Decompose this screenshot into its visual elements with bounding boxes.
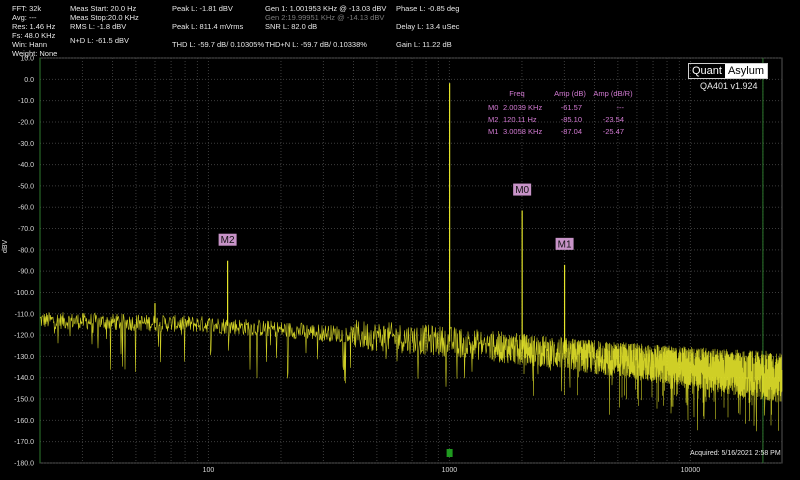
y-tick-label: -130.0	[14, 354, 34, 361]
y-tick-label: 0.0	[24, 77, 34, 84]
marker-table-freq: 3.0058 KHz	[503, 127, 542, 136]
y-tick-label: -30.0	[18, 141, 34, 148]
marker-label: M0	[515, 185, 529, 196]
marker-m1[interactable]: M1	[555, 237, 574, 251]
y-axis-label: dBV	[2, 239, 9, 253]
marker-label: M2	[221, 235, 235, 246]
generator-indicator	[446, 449, 453, 457]
y-tick-label: -150.0	[14, 397, 34, 404]
marker-table-name: M1	[488, 127, 498, 136]
marker-table-header: Freq	[509, 89, 524, 98]
marker-table-name: M0	[488, 103, 498, 112]
y-tick-label: -180.0	[14, 461, 34, 468]
marker-table-header: Amp (dB/R)	[593, 89, 633, 98]
marker-table-freq: 120.11 Hz	[503, 115, 537, 124]
x-tick-label: 1000	[442, 467, 458, 474]
marker-table-ampr: -25.47	[603, 127, 624, 136]
y-tick-label: -160.0	[14, 418, 34, 425]
marker-table-ampr: ---	[617, 103, 625, 112]
brand-right: Asylum	[724, 64, 768, 78]
x-tick-label: 100	[203, 467, 215, 474]
y-tick-label: -20.0	[18, 119, 34, 126]
brand-left: Quant	[692, 65, 722, 77]
y-tick-label: -70.0	[18, 226, 34, 233]
y-tick-label: -110.0	[15, 311, 34, 318]
x-tick-label: 10000	[681, 467, 701, 474]
version-label: QA401 v1.924	[700, 81, 758, 91]
marker-table-amp: -61.57	[561, 103, 582, 112]
marker-table-amp: -87.04	[561, 127, 582, 136]
y-tick-label: -40.0	[18, 162, 34, 169]
y-tick-label: -140.0	[14, 375, 34, 382]
marker-table-ampr: -23.54	[603, 115, 624, 124]
acquired-timestamp: Acquired: 5/16/2021 2:58 PM	[690, 450, 781, 457]
marker-table-name: M2	[488, 115, 498, 124]
y-tick-label: -90.0	[18, 269, 34, 276]
y-tick-label: -10.0	[18, 98, 34, 105]
y-tick-label: -50.0	[18, 183, 34, 190]
noise-trace	[39, 312, 783, 432]
y-tick-label: -100.0	[14, 290, 34, 297]
brand-logo: Quant Asylum	[688, 63, 769, 79]
y-tick-label: -60.0	[18, 205, 34, 212]
y-tick-label: 10.0	[20, 56, 34, 63]
y-tick-label: -120.0	[14, 333, 34, 340]
marker-m2[interactable]: M2	[218, 233, 237, 247]
marker-label: M1	[558, 239, 572, 250]
spectrum-plot[interactable]: 10.0 0.0 -10.0 -20.0 -30.0 -40.0 -50.0 -60.0 -70…	[0, 0, 800, 480]
marker-table-amp: -85.10	[561, 115, 582, 124]
y-tick-label: -80.0	[18, 247, 34, 254]
marker-table-freq: 2.0039 KHz	[503, 103, 542, 112]
y-tick-label: -170.0	[14, 439, 34, 446]
marker-table-header: Amp (dB)	[554, 89, 586, 98]
marker-m0[interactable]: M0	[513, 183, 532, 197]
